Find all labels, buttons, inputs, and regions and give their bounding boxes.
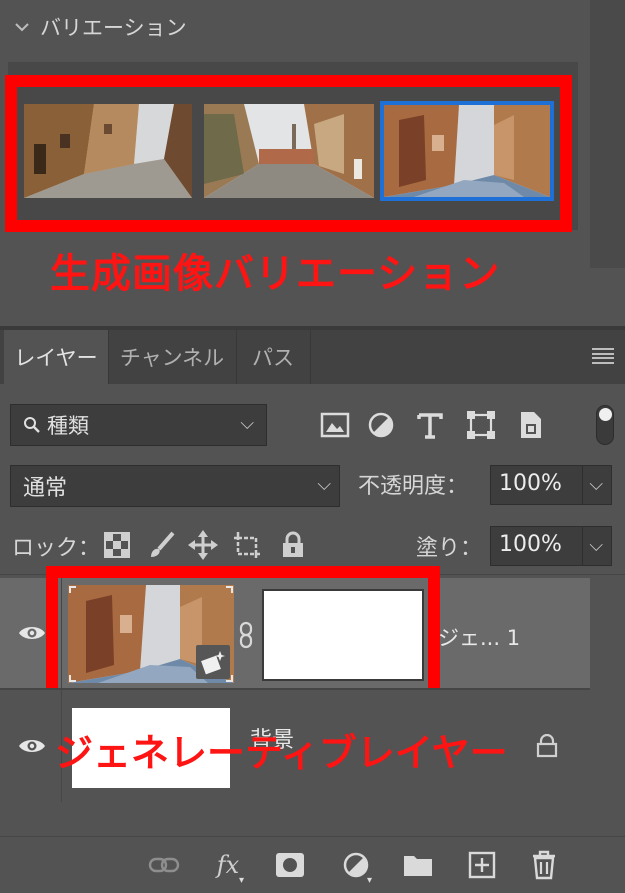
variations-header[interactable]: バリエーション: [14, 12, 187, 42]
tab-paths[interactable]: パス: [236, 330, 311, 384]
variations-scrollbar[interactable]: [590, 0, 625, 268]
lock-icon: [536, 734, 558, 758]
eye-icon[interactable]: [18, 624, 46, 642]
filter-toggle-switch[interactable]: [596, 405, 614, 445]
fx-label: fx: [216, 851, 240, 879]
adjustment-layer-icon[interactable]: ▾: [338, 848, 374, 886]
panel-menu-icon[interactable]: [592, 348, 614, 364]
generative-layer-name[interactable]: ジェ... 1: [438, 622, 520, 652]
tab-channels[interactable]: チャンネル: [108, 330, 237, 384]
lock-transparent-pixels-icon[interactable]: [102, 530, 132, 560]
tab-layers[interactable]: レイヤー: [4, 330, 109, 384]
chevron-down-icon: ⌵: [589, 535, 603, 556]
type-filter-icon[interactable]: [413, 408, 447, 442]
annotation-box-variations: [5, 75, 572, 232]
trash-icon[interactable]: [526, 848, 562, 882]
chevron-down-icon: ⌵: [240, 413, 254, 434]
layer-kind-filter-dropdown[interactable]: 種類 ⌵: [10, 404, 267, 446]
lock-label: ロック：: [12, 536, 101, 561]
annotation-label-generative-layer: ジェネレーティブレイヤー: [55, 731, 508, 775]
eye-icon[interactable]: [18, 737, 46, 755]
blend-mode-value: 通常: [23, 476, 68, 501]
group-folder-icon[interactable]: [400, 848, 436, 882]
opacity-dropdown-button[interactable]: ⌵: [582, 466, 611, 504]
lock-position-icon[interactable]: [188, 530, 218, 560]
chevron-down-icon: [15, 23, 29, 32]
opacity-label: 不透明度：: [358, 474, 469, 499]
fill-dropdown-button[interactable]: ⌵: [582, 527, 611, 565]
adjustment-filter-icon[interactable]: [364, 408, 398, 442]
image-filter-icon[interactable]: [318, 408, 352, 442]
fill-input[interactable]: 100% ⌵: [490, 526, 612, 566]
lock-all-icon[interactable]: [278, 530, 308, 560]
fx-icon[interactable]: fx ▾: [210, 848, 246, 886]
link-layers-icon[interactable]: [146, 848, 182, 882]
search-icon: [24, 417, 40, 433]
opacity-input[interactable]: 100% ⌵: [490, 465, 612, 505]
new-layer-icon[interactable]: [464, 848, 500, 882]
shape-filter-icon[interactable]: [464, 408, 498, 442]
opacity-value: 100%: [499, 471, 562, 496]
lock-image-pixels-icon[interactable]: [146, 530, 176, 560]
annotation-label-variations: 生成画像バリエーション: [50, 251, 501, 297]
fill-label: 塗り：: [416, 536, 483, 561]
kind-filter-label: 種類: [47, 414, 89, 438]
blend-mode-dropdown[interactable]: 通常 ⌵: [10, 465, 340, 507]
smart-object-filter-icon[interactable]: [514, 408, 548, 442]
add-mask-icon[interactable]: [272, 848, 308, 882]
fill-value: 100%: [499, 532, 562, 557]
chevron-down-icon: ⌵: [317, 474, 331, 495]
chevron-down-icon: ⌵: [589, 474, 603, 495]
variations-title: バリエーション: [40, 16, 187, 40]
lock-artboard-icon[interactable]: [232, 530, 262, 560]
